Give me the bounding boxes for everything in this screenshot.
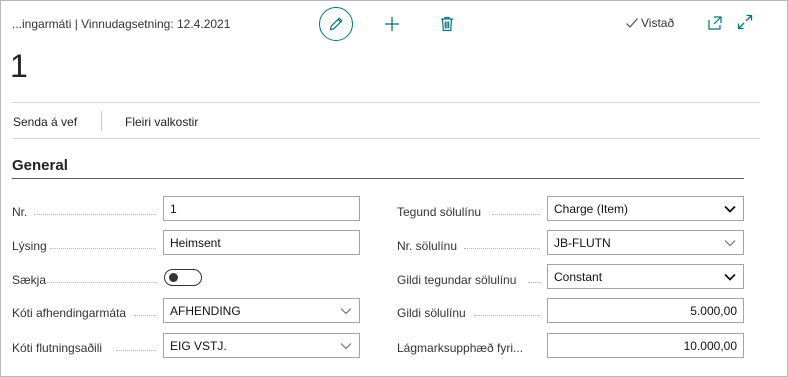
- description-value: Heimsent: [170, 235, 221, 250]
- description-label: Lýsing: [12, 239, 47, 253]
- fetch-toggle[interactable]: [164, 269, 202, 286]
- edit-icon: [329, 17, 343, 31]
- nr-value: 1: [170, 201, 177, 216]
- expand-button[interactable]: [736, 13, 754, 31]
- add-button[interactable]: [382, 14, 402, 34]
- dotted-leader: [464, 248, 540, 249]
- nr-field[interactable]: 1: [163, 196, 360, 221]
- trash-icon: [441, 16, 453, 32]
- line-value-label: Gildi sölulínu: [397, 306, 466, 320]
- carrier-code-label: Kóti flutningsaðili: [12, 341, 103, 355]
- dotted-leader: [50, 248, 156, 249]
- line-type-select[interactable]: Charge (Item): [547, 196, 744, 221]
- shipping-code-lookup[interactable]: AFHENDING: [163, 298, 360, 323]
- plus-icon: [385, 17, 399, 31]
- line-value-value: 5.000,00: [690, 303, 737, 318]
- carrier-code-lookup[interactable]: EIG VSTJ.: [163, 333, 360, 358]
- chevron-down-icon[interactable]: [339, 304, 353, 318]
- line-no-lookup[interactable]: JB-FLUTN: [547, 230, 744, 255]
- dotted-leader: [474, 315, 540, 316]
- popout-icon: [708, 16, 722, 30]
- line-type-label: Tegund sölulínu: [397, 205, 482, 219]
- divider: [12, 102, 760, 103]
- more-options-action[interactable]: Fleiri valkostir: [125, 115, 198, 129]
- chevron-down-icon[interactable]: [723, 236, 737, 250]
- line-value-field[interactable]: 5.000,00: [547, 298, 744, 323]
- min-amount-field[interactable]: 10.000,00: [547, 333, 744, 358]
- dotted-leader: [134, 315, 156, 316]
- expand-icon: [737, 14, 753, 30]
- dotted-leader: [492, 214, 540, 215]
- breadcrumb: ...ingarmáti | Vinnudagsetning: 12.4.202…: [12, 17, 231, 31]
- section-title[interactable]: General: [12, 157, 68, 174]
- section-underline: [12, 178, 744, 179]
- fetch-label: Sækja: [12, 273, 47, 287]
- saved-label: Vistað: [641, 16, 675, 30]
- line-type-value: Charge (Item): [554, 201, 629, 216]
- min-amount-label: Lágmarksupphæð fyri...: [397, 341, 524, 355]
- line-type-value-value: Constant: [554, 269, 603, 284]
- line-no-value: JB-FLUTN: [554, 235, 611, 250]
- chevron-down-icon[interactable]: [339, 339, 353, 353]
- description-field[interactable]: Heimsent: [163, 230, 360, 255]
- nr-label: Nr.: [12, 205, 28, 219]
- divider: [12, 138, 760, 139]
- line-type-value-select[interactable]: Constant: [547, 264, 744, 289]
- action-separator: [101, 111, 102, 131]
- edit-button[interactable]: [319, 7, 353, 41]
- shipping-code-label: Kóti afhendingarmáta: [12, 306, 127, 320]
- dotted-leader: [47, 282, 156, 283]
- delete-button[interactable]: [437, 14, 457, 34]
- line-type-value-label: Gildi tegundar sölulínu: [397, 273, 517, 287]
- send-to-web-action[interactable]: Senda á vef: [13, 115, 77, 129]
- min-amount-value: 10.000,00: [683, 338, 737, 353]
- page-title: 1: [10, 48, 28, 84]
- dotted-leader: [34, 214, 156, 215]
- line-no-label: Nr. sölulínu: [397, 239, 458, 253]
- saved-status: Vistað: [625, 16, 674, 30]
- shipping-code-value: AFHENDING: [170, 303, 241, 318]
- carrier-code-value: EIG VSTJ.: [170, 338, 227, 353]
- popout-button[interactable]: [706, 14, 724, 32]
- dotted-leader: [528, 282, 540, 283]
- chevron-down-icon[interactable]: [723, 202, 737, 216]
- toggle-knob: [169, 273, 178, 282]
- dotted-leader: [116, 350, 156, 351]
- chevron-down-icon[interactable]: [723, 270, 737, 284]
- checkmark-icon: [626, 18, 638, 28]
